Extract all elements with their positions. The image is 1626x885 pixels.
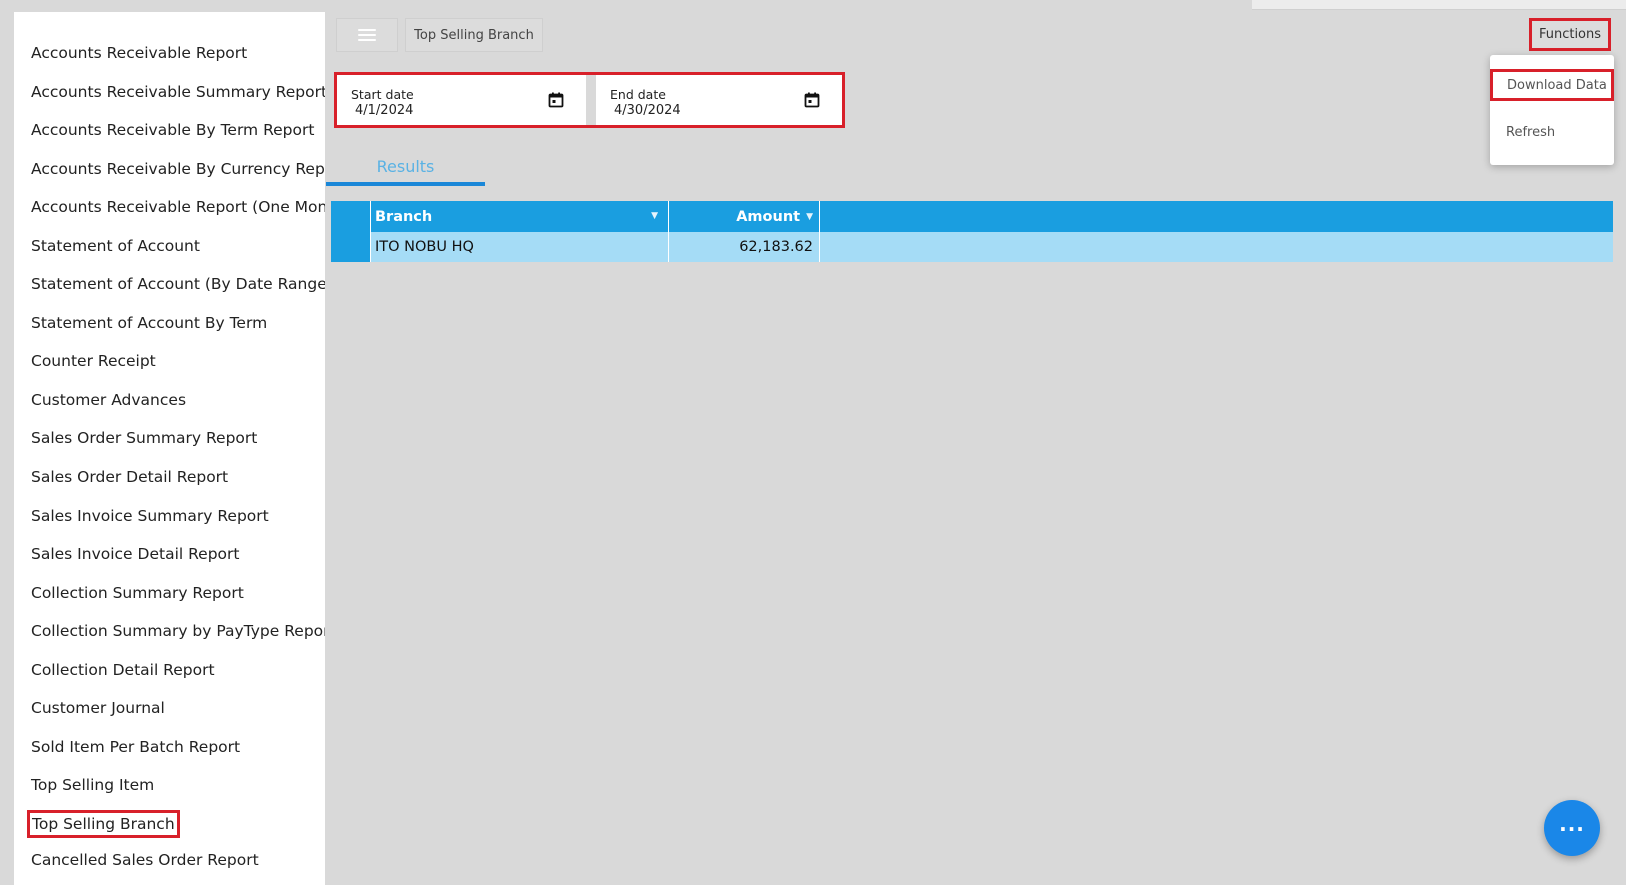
sidebar-item-collection-summary-paytype[interactable]: Collection Summary by PayType Report (31, 621, 325, 641)
cell-branch[interactable]: ITO NOBU HQ (371, 232, 669, 262)
refresh-menu-item[interactable]: Refresh (1506, 125, 1555, 140)
functions-button[interactable]: Functions (1529, 18, 1611, 51)
sidebar-item-sold-item-per-batch[interactable]: Sold Item Per Batch Report (31, 737, 240, 757)
calendar-icon[interactable] (548, 92, 564, 108)
sidebar-report-list: Accounts Receivable Report Accounts Rece… (14, 12, 325, 885)
top-strip (1252, 0, 1626, 10)
end-date-label: End date (610, 87, 666, 102)
tab-results[interactable]: Results (326, 150, 485, 186)
sidebar-item-sales-invoice-detail[interactable]: Sales Invoice Detail Report (31, 544, 240, 564)
sidebar-item-ar-summary-report[interactable]: Accounts Receivable Summary Report (31, 82, 325, 102)
sidebar-item-ar-one-month-report[interactable]: Accounts Receivable Report (One Month) (31, 197, 325, 217)
column-header-branch-label: Branch (375, 208, 433, 225)
column-header-amount[interactable]: Amount ▼ (669, 201, 820, 232)
menu-toggle-button[interactable] (336, 18, 398, 52)
start-date-label: Start date (351, 87, 414, 102)
column-header-branch[interactable]: Branch ▼ (371, 201, 669, 232)
end-date-field[interactable]: End date 4/30/2024 (596, 75, 842, 125)
table-header: Branch ▼ Amount ▼ (331, 201, 1613, 232)
column-header-amount-label: Amount (736, 208, 801, 225)
sidebar-item-statement-by-date-range[interactable]: Statement of Account (By Date Range) (31, 274, 325, 294)
sidebar-item-sales-order-summary[interactable]: Sales Order Summary Report (31, 428, 257, 448)
more-actions-fab[interactable]: ... (1544, 800, 1600, 856)
sidebar-item-counter-receipt[interactable]: Counter Receipt (31, 351, 156, 371)
functions-dropdown-menu: Download Data Refresh (1490, 55, 1614, 165)
row-selector[interactable] (331, 232, 371, 262)
sidebar-item-sales-order-detail[interactable]: Sales Order Detail Report (31, 467, 228, 487)
sidebar-item-ar-by-term-report[interactable]: Accounts Receivable By Term Report (31, 120, 314, 140)
sidebar-item-cancelled-sales-order[interactable]: Cancelled Sales Order Report (31, 850, 259, 870)
more-dots-icon: ... (1559, 812, 1585, 836)
sidebar-item-top-selling-item[interactable]: Top Selling Item (31, 775, 154, 795)
sidebar-item-top-selling-branch[interactable]: Top Selling Branch (27, 810, 180, 838)
calendar-icon[interactable] (804, 92, 820, 108)
select-column-header[interactable] (331, 201, 371, 232)
sidebar-item-collection-summary[interactable]: Collection Summary Report (31, 583, 244, 603)
sidebar-item-ar-by-currency-report[interactable]: Accounts Receivable By Currency Report (31, 159, 325, 179)
end-date-value[interactable]: 4/30/2024 (614, 103, 681, 118)
results-table: Branch ▼ Amount ▼ ITO NOBU HQ 62,183.62 (331, 201, 1613, 262)
hamburger-icon (358, 29, 376, 41)
sidebar-item-statement-by-term[interactable]: Statement of Account By Term (31, 313, 267, 333)
start-date-value[interactable]: 4/1/2024 (355, 103, 413, 118)
sidebar-item-statement-of-account[interactable]: Statement of Account (31, 236, 200, 256)
sidebar-item-sales-invoice-summary[interactable]: Sales Invoice Summary Report (31, 506, 269, 526)
filter-icon[interactable]: ▼ (651, 211, 658, 221)
sidebar-item-ar-report[interactable]: Accounts Receivable Report (31, 43, 247, 63)
sidebar-item-customer-journal[interactable]: Customer Journal (31, 698, 165, 718)
sidebar-item-customer-advances[interactable]: Customer Advances (31, 390, 186, 410)
start-date-field[interactable]: Start date 4/1/2024 (337, 75, 586, 125)
date-range-filter: Start date 4/1/2024 End date 4/30/2024 (334, 72, 845, 128)
sidebar-item-collection-detail[interactable]: Collection Detail Report (31, 660, 215, 680)
cell-amount[interactable]: 62,183.62 (669, 232, 820, 262)
table-row[interactable]: ITO NOBU HQ 62,183.62 (331, 232, 1613, 262)
download-data-menu-item[interactable]: Download Data (1490, 69, 1614, 101)
page-title: Top Selling Branch (405, 18, 543, 52)
filter-icon[interactable]: ▼ (806, 212, 813, 222)
